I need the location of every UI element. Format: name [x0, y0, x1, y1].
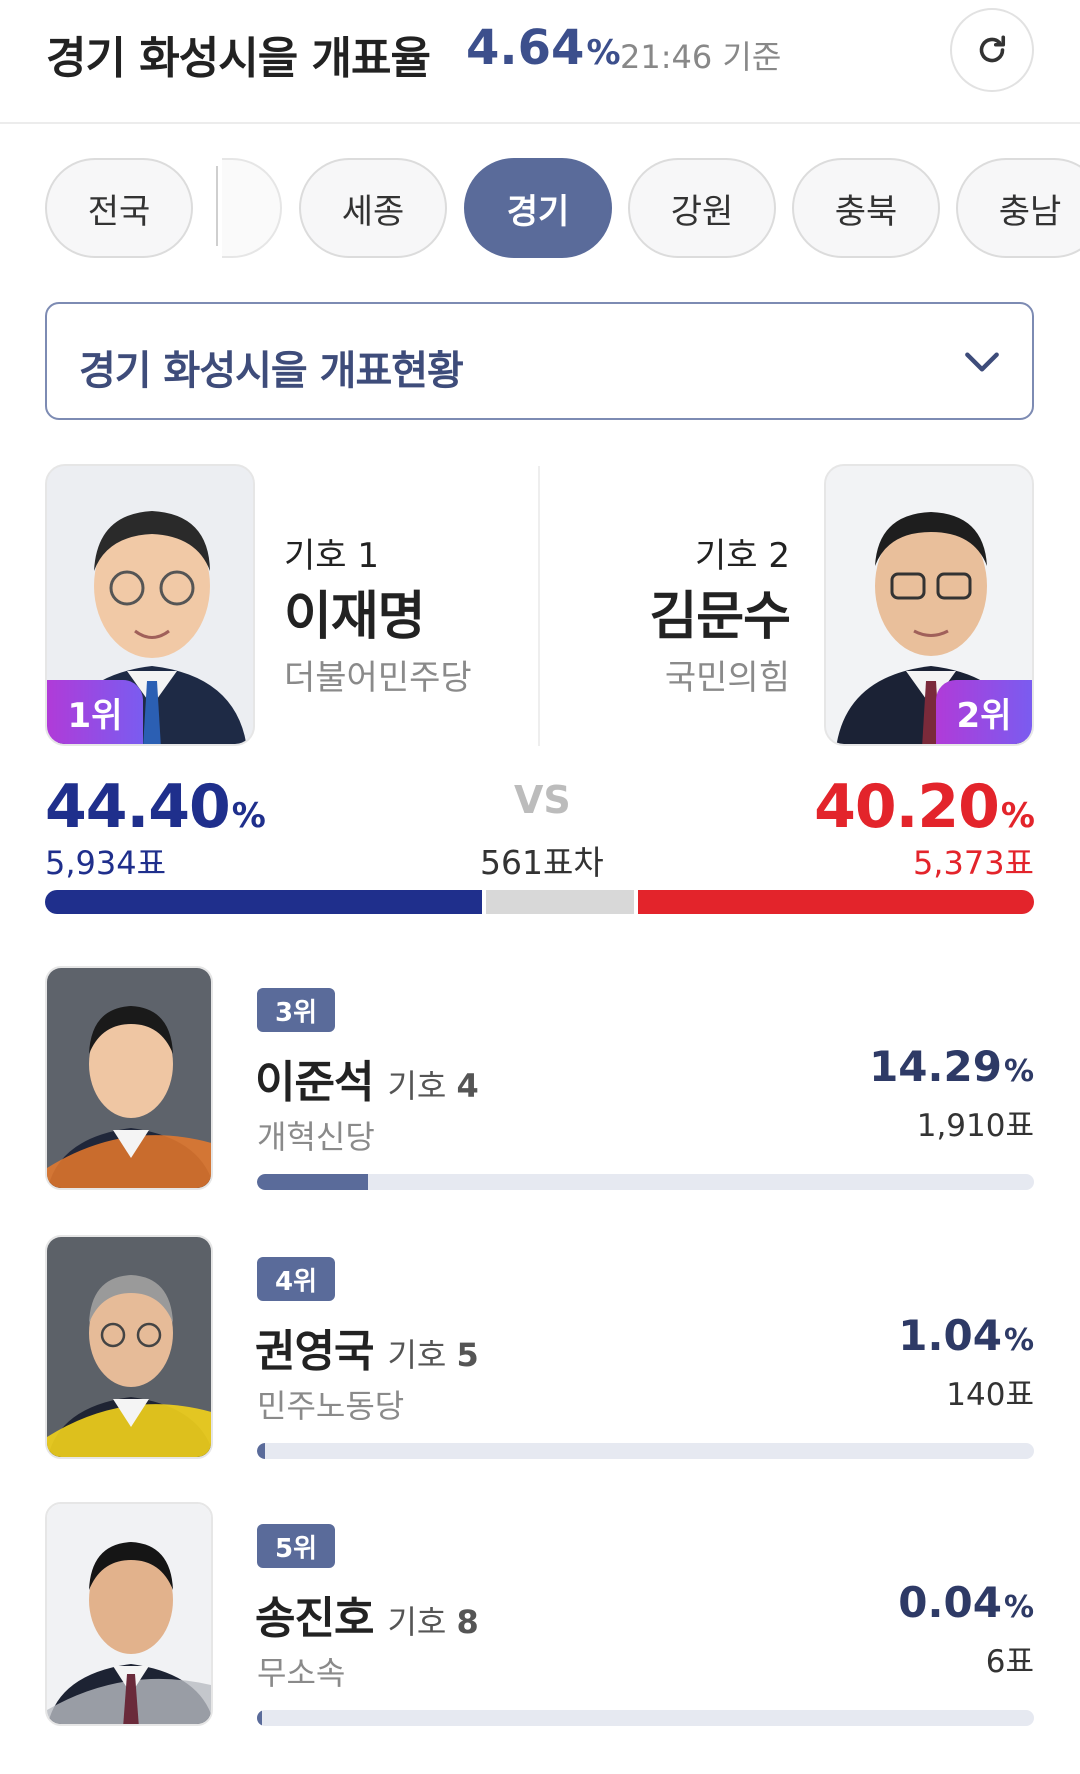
- candidate1-percent: 44.40%: [45, 772, 266, 842]
- portrait-icon: [47, 1504, 211, 1724]
- comparison-bar-candidate1: [45, 890, 483, 914]
- candidate2-percent: 40.20%: [814, 772, 1035, 842]
- candidate4-photo: [45, 1235, 213, 1459]
- count-rate-value: 4.64: [466, 20, 585, 76]
- rank-badge: 2위: [936, 680, 1032, 744]
- candidate1-votes: 5,934표: [45, 844, 167, 882]
- divider: [538, 466, 540, 746]
- candidate1-percent-value: 44.40: [45, 772, 231, 842]
- number-prefix: 기호: [387, 1067, 447, 1105]
- vote-share-bar: [257, 1443, 1034, 1459]
- candidate2-photo: 2위: [824, 464, 1034, 746]
- candidate2-party: 국민의힘: [664, 658, 790, 698]
- percent-value: 0.04: [898, 1578, 1002, 1627]
- candidate-row[interactable]: 4위 권영국 기호 5 민주노동당 1.04% 140표: [45, 1235, 1034, 1465]
- candidate5-percent: 0.04%: [898, 1578, 1034, 1627]
- header: 경기 화성시을 개표율 4.64% 21:46 기준: [0, 0, 1080, 124]
- tab-chungbuk[interactable]: 충북: [792, 158, 940, 258]
- candidate1-photo: 1위: [45, 464, 255, 746]
- candidate-name: 권영국 기호 5: [255, 1315, 479, 1379]
- vs-label: VS: [514, 778, 571, 822]
- percent-unit: %: [1000, 796, 1035, 836]
- candidate-row[interactable]: 5위 송진호 기호 8 무소속 0.04% 6표: [45, 1502, 1034, 1732]
- candidate2-name: 김문수: [649, 587, 791, 647]
- vote-share-fill: [257, 1174, 369, 1190]
- percent-value: 1.04: [898, 1311, 1002, 1360]
- vote-share-fill: [257, 1443, 266, 1459]
- update-time: 21:46 기준: [620, 38, 782, 76]
- dropdown-label: 경기 화성시을 개표현황: [79, 348, 464, 394]
- candidate4-name: 권영국: [255, 1326, 374, 1377]
- tab-gangwon[interactable]: 강원: [628, 158, 776, 258]
- vote-share-bar: [257, 1710, 1034, 1726]
- candidate5-party: 무소속: [257, 1654, 346, 1692]
- count-rate: 4.64%: [466, 20, 621, 76]
- rank-badge: 3위: [257, 988, 335, 1032]
- refresh-icon: [979, 35, 1006, 63]
- tab-hidden-partial[interactable]: [222, 158, 282, 258]
- candidate5-votes: 6표: [985, 1644, 1034, 1680]
- vote-difference: 561표차: [480, 843, 604, 882]
- tab-chungnam[interactable]: 충남: [956, 158, 1080, 258]
- candidate-number: 기호 8: [387, 1603, 478, 1641]
- candidate4-percent: 1.04%: [898, 1311, 1034, 1360]
- comparison-bar-gap: [486, 890, 635, 914]
- number-prefix: 기호: [387, 1336, 447, 1374]
- percent-unit: %: [1003, 1323, 1034, 1358]
- candidate1-name: 이재명: [284, 587, 426, 647]
- candidate2-votes: 5,373표: [912, 844, 1034, 882]
- number-value: 5: [456, 1336, 479, 1374]
- rank-badge: 1위: [47, 680, 143, 744]
- percent-unit: %: [1003, 1590, 1034, 1625]
- rank-badge: 5위: [257, 1524, 335, 1568]
- number-prefix: 기호: [387, 1603, 447, 1641]
- candidate2-percent-value: 40.20: [814, 772, 1000, 842]
- candidate3-votes: 1,910표: [916, 1108, 1034, 1144]
- rank-badge: 4위: [257, 1257, 335, 1301]
- portrait-icon: [47, 1237, 211, 1457]
- candidate3-name: 이준석: [255, 1057, 374, 1108]
- tab-divider: [216, 166, 218, 246]
- candidate4-party: 민주노동당: [257, 1387, 405, 1425]
- refresh-button[interactable]: [950, 8, 1034, 92]
- number-value: 8: [456, 1603, 479, 1641]
- candidate4-votes: 140표: [946, 1377, 1034, 1413]
- candidate3-percent: 14.29%: [869, 1042, 1034, 1091]
- candidate-name: 송진호 기호 8: [255, 1582, 479, 1646]
- vote-share-bar: [257, 1174, 1034, 1190]
- candidate3-party: 개혁신당: [257, 1118, 375, 1156]
- tab-sejong[interactable]: 세종: [299, 158, 447, 258]
- number-value: 4: [456, 1067, 479, 1105]
- candidate2-number: 기호 2: [695, 536, 790, 576]
- tab-gyeonggi[interactable]: 경기: [464, 158, 612, 258]
- count-rate-unit: %: [586, 33, 621, 73]
- district-dropdown[interactable]: 경기 화성시을 개표현황: [45, 302, 1034, 420]
- page-title: 경기 화성시을 개표율: [46, 33, 431, 84]
- candidate1-number: 기호 1: [284, 536, 379, 576]
- candidate-number: 기호 5: [387, 1336, 478, 1374]
- portrait-icon: [47, 968, 211, 1188]
- vote-share-fill: [257, 1710, 262, 1726]
- comparison-bar: [45, 890, 1034, 914]
- comparison-bar-candidate2: [638, 890, 1034, 914]
- candidate-name: 이준석 기호 4: [255, 1046, 479, 1110]
- percent-value: 14.29: [869, 1042, 1002, 1091]
- candidate1-party: 더불어민주당: [284, 658, 472, 698]
- tab-nationwide[interactable]: 전국: [45, 158, 193, 258]
- candidate5-photo: [45, 1502, 213, 1726]
- percent-unit: %: [1003, 1054, 1034, 1089]
- chevron-down-icon: [965, 352, 999, 372]
- candidate-row[interactable]: 3위 이준석 기호 4 개혁신당 14.29% 1,910표: [45, 966, 1034, 1196]
- candidate3-photo: [45, 966, 213, 1190]
- region-tabs: 전국 세종 경기 강원 충북 충남: [0, 156, 1080, 260]
- candidate-number: 기호 4: [387, 1067, 478, 1105]
- candidate5-name: 송진호: [255, 1593, 374, 1644]
- percent-unit: %: [231, 796, 266, 836]
